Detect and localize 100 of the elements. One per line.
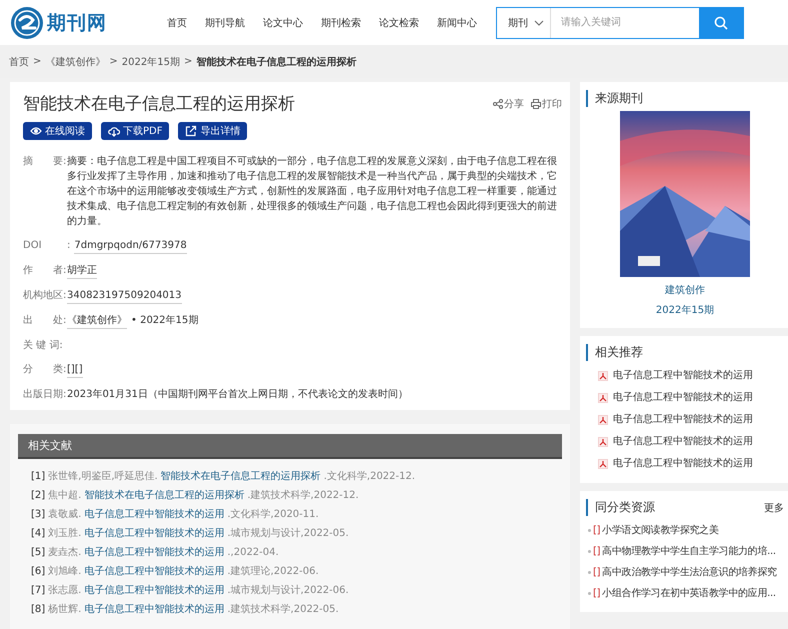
pdf-icon — [598, 371, 608, 381]
pdf-icon — [598, 437, 608, 447]
field-colon: : — [67, 239, 70, 253]
reference-authors: 张志愿. — [48, 584, 82, 598]
bullet-icon — [588, 571, 591, 574]
reference-number: [6] — [31, 565, 46, 579]
logo-text[interactable]: 期刊网 — [47, 10, 107, 36]
reference-link[interactable]: 电子信息工程中智能技术的运用 — [84, 583, 224, 599]
more-link[interactable]: 更多 — [764, 500, 784, 514]
reference-source: .建筑理论,2022-06. — [227, 564, 319, 579]
pdf-icon — [598, 415, 608, 425]
download-button[interactable]: 下载PDF — [101, 122, 170, 140]
breadcrumb-separator: > — [109, 56, 118, 67]
recommendation-link[interactable]: 电子信息工程中智能技术的运用 — [613, 365, 753, 387]
recommendation-link[interactable]: 电子信息工程中智能技术的运用 — [613, 409, 753, 431]
field-label: 分 类: — [23, 362, 67, 377]
bullet-icon — [588, 550, 591, 553]
reference-authors: 杨世辉. — [48, 602, 82, 617]
breadcrumb-link[interactable]: 2022年15期 — [122, 54, 180, 68]
bullet-icon — [588, 592, 591, 595]
reference-link[interactable]: 电子信息工程中智能技术的运用 — [84, 526, 224, 542]
breadcrumb-link[interactable]: 智能技术在电子信息工程的运用探析 — [196, 54, 356, 68]
reference-authors: 袁敬威. — [48, 508, 82, 522]
print-link[interactable]: 打印 — [531, 96, 562, 110]
resource-link[interactable]: 高中物理教学中学生自主学习能力的培... — [602, 541, 776, 562]
section-header: 相关文献 — [18, 434, 562, 459]
field-label: DOI — [23, 239, 43, 253]
recommendation-link[interactable]: 电子信息工程中智能技术的运用 — [613, 387, 753, 409]
reference-number: [5] — [31, 546, 46, 560]
reference-number: [7] — [31, 584, 46, 598]
chevron-down-icon — [534, 20, 544, 26]
search-button[interactable] — [699, 8, 743, 38]
section-title: 同分类资源 — [595, 499, 655, 516]
search-bar[interactable]: 期刊 请输入关键词 — [496, 6, 744, 38]
pdf-icon — [598, 459, 608, 469]
field-value: • 2022年15期 — [131, 314, 198, 328]
read-button[interactable]: 在线阅读 — [23, 122, 92, 140]
breadcrumb-separator: > — [184, 56, 192, 67]
field-link[interactable]: 胡学正 — [67, 263, 97, 279]
field-label: 出 处: — [23, 314, 67, 328]
reference-link[interactable]: 电子信息工程中智能技术的运用 — [84, 507, 224, 523]
field-value: 2023年01月31日（中国期刊网平台首次上网日期，不代表论文的发表时间） — [67, 388, 408, 402]
reference-number: [2] — [31, 489, 46, 503]
journal-link[interactable]: 建筑创作 — [665, 283, 705, 297]
reference-source: .建筑技术科学,2022-05. — [227, 602, 339, 617]
recommendation-link[interactable]: 电子信息工程中智能技术的运用 — [613, 431, 753, 453]
reference-source: .城市规划与设计,2022-05. — [227, 526, 349, 541]
resource-link[interactable]: 高中政治教学中学生法治意识的培养探究 — [602, 562, 777, 583]
reference-authors: 焦中超. — [48, 488, 82, 503]
recommendation-link[interactable]: 电子信息工程中智能技术的运用 — [613, 453, 753, 475]
printer-icon — [531, 98, 541, 108]
reference-number: [4] — [31, 527, 46, 541]
reference-link[interactable]: 电子信息工程中智能技术的运用 — [84, 602, 224, 618]
nav-link[interactable]: 论文中心 — [254, 16, 312, 30]
reference-number: [8] — [31, 603, 46, 617]
article-title: 智能技术在电子信息工程的运用探析 — [23, 93, 295, 115]
export-button[interactable]: 导出详情 — [178, 122, 248, 140]
reference-link[interactable]: 电子信息工程中智能技术的运用 — [84, 564, 224, 580]
cloud-download-icon — [108, 125, 120, 137]
bullet-icon — [588, 529, 591, 532]
section-title: 相关推荐 — [595, 344, 643, 361]
reference-source: .城市规划与设计,2022-06. — [227, 584, 349, 598]
resource-tag: [] — [593, 541, 600, 562]
reference-link[interactable]: 智能技术在电子信息工程的运用探析 — [160, 469, 321, 485]
field-label: 作 者: — [23, 264, 67, 278]
field-label: 摘 要: — [23, 154, 67, 169]
breadcrumb-link[interactable]: 首页 — [9, 54, 29, 68]
nav-link[interactable]: 期刊检索 — [312, 16, 370, 30]
nav-link[interactable]: 首页 — [158, 16, 196, 30]
nav-link[interactable]: 论文检索 — [370, 16, 428, 30]
reference-authors: 刘旭峰. — [48, 564, 82, 579]
nav-link[interactable]: 新闻中心 — [428, 16, 486, 30]
resource-tag: [] — [593, 583, 600, 604]
resource-link[interactable]: 小组合作学习在初中英语教学中的应用... — [602, 583, 776, 604]
field-link[interactable]: 340823197509204013 — [67, 288, 182, 304]
field-link[interactable]: [][] — [67, 362, 83, 378]
field-link[interactable]: 《建筑创作》 — [67, 313, 127, 329]
share-link[interactable]: 分享 — [493, 96, 524, 110]
resource-tag: [] — [593, 520, 600, 541]
nav-link[interactable]: 期刊导航 — [196, 16, 254, 30]
reference-source: .文化科学,2020-11. — [227, 508, 319, 522]
resource-link[interactable]: 小学语文阅读教学探究之美 — [602, 520, 719, 541]
reference-authors: 刘玉胜. — [48, 526, 82, 541]
journal-issue: 2022年15期 — [656, 304, 714, 317]
share-icon — [493, 98, 503, 108]
resource-tag: [] — [593, 562, 600, 583]
section-title: 来源期刊 — [595, 90, 643, 107]
search-icon — [714, 16, 728, 30]
export-icon — [185, 125, 198, 137]
reference-link[interactable]: 电子信息工程中智能技术的运用 — [84, 545, 224, 561]
breadcrumb-separator: > — [33, 56, 42, 67]
pdf-icon — [598, 393, 608, 403]
logo-icon — [10, 6, 44, 40]
field-value: 摘要：电子信息工程是中国工程项目不可或缺的一部分，电子信息工程的发展意义深刻，由于电子信息工程在很多行业发挥了主导作用，加速和推动了电子信息工程的发展智能技术是一种当代产品，属于典型的尖端技术，它在这个市场中的运用能够改变领域生产方式，创新性的发展路面，电子应用针对电子信息工程一样重要，能通过技术集成、电子信息工程定制的有效创新，处理很多的领域生产问题，电子信息工程也会因此得到更强大的前进的力量。 — [67, 154, 558, 229]
reference-authors: 麦垚杰. — [48, 546, 82, 560]
field-link[interactable]: 7dmgrpqodn/6773978 — [74, 238, 187, 254]
reference-link[interactable]: 智能技术在电子信息工程的运用探析 — [84, 488, 244, 504]
reference-number: [1] — [31, 470, 46, 484]
breadcrumb-link[interactable]: 《建筑创作》 — [45, 54, 106, 68]
eye-icon — [30, 125, 42, 137]
